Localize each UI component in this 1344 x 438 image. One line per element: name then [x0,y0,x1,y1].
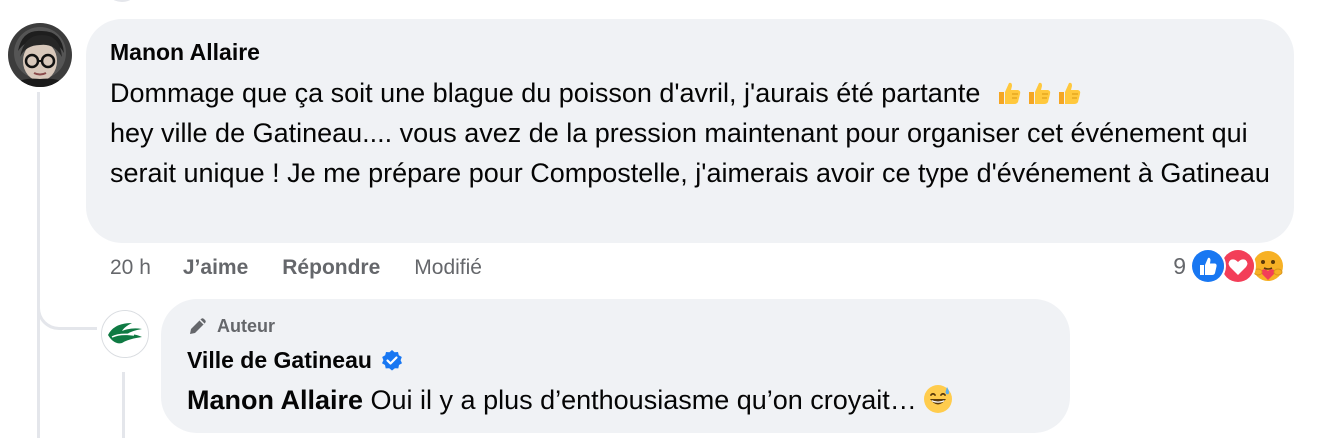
like-button[interactable]: J’aime [183,256,248,280]
thumbs-up-icon [1028,82,1051,104]
thread-connector-arc [104,0,140,2]
comment-timestamp[interactable]: 20 h [110,256,151,280]
mention-link[interactable]: Manon Allaire [187,385,363,415]
thread-line-vertical [37,92,40,438]
comment-text-continued: hey ville de Gatineau.... vous avez de l… [110,118,1270,188]
author-badge: Auteur [187,315,275,337]
reply-author: Ville de Gatineau [187,347,404,374]
comment-bubble: Manon Allaire Dommage que ça soit une bl… [86,19,1294,243]
thread-branch-curve [37,290,97,330]
comment-text-line1: Dommage que ça soit une blague du poisso… [110,78,981,108]
pencil-icon [190,318,206,334]
comment-text: Dommage que ça soit une blague du poisso… [110,73,1280,193]
author-badge-label: Auteur [217,315,275,336]
reply-bubble: Auteur Ville de Gatineau Manon Allaire O… [161,299,1070,433]
reply-button[interactable]: Répondre [282,256,380,280]
avatar[interactable] [101,310,149,358]
reply-text: Manon Allaire Oui il y a plus d’enthousi… [187,383,953,417]
comment-author[interactable]: Manon Allaire [110,39,260,66]
comment-actions: 20 h J’aime Répondre Modifié [110,256,482,280]
like-reaction-icon [1190,248,1226,284]
reaction-count[interactable]: 9 [1173,253,1186,280]
avatar[interactable] [8,23,72,87]
verified-badge-icon [381,349,402,370]
thread-line-reply [122,372,125,438]
thumbs-up-icon [1058,82,1081,104]
reply-author-name[interactable]: Ville de Gatineau [187,347,372,374]
reactions-summary[interactable]: 9 [1173,248,1286,284]
thumbs-up-icon [998,82,1021,104]
edited-label[interactable]: Modifié [414,256,482,280]
grinning-sweat-icon [923,385,952,413]
reply-message: Oui il y a plus d’enthousiasme qu’on cro… [363,385,917,415]
